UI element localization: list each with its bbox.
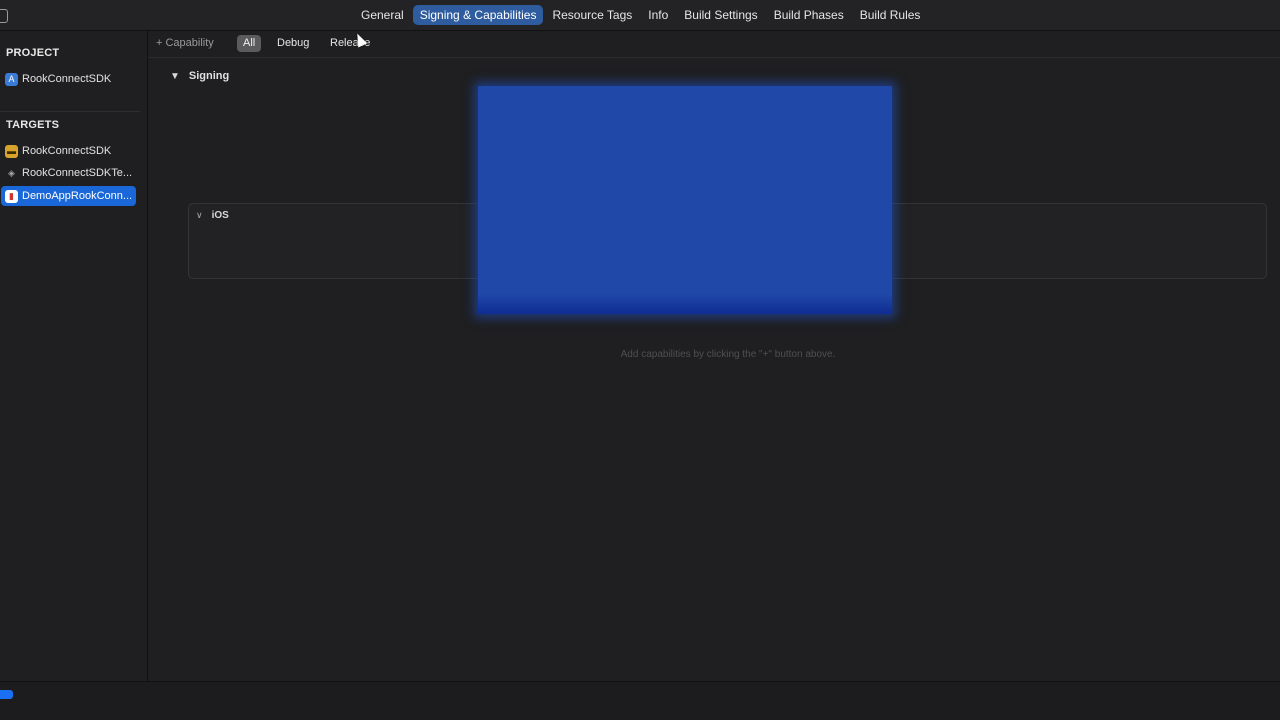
project-section-header: PROJECT [6,47,60,59]
tab-build-phases[interactable]: Build Phases [767,5,851,25]
redacted-region [478,86,892,314]
tab-general[interactable]: General [354,5,411,25]
segment-all[interactable]: All [237,35,262,52]
tab-signing-capabilities[interactable]: Signing & Capabilities [412,5,544,25]
status-indicator[interactable] [0,690,13,699]
sidebar-item-label: DemoAppRookConn... [22,190,133,202]
segment-release[interactable]: Release [324,35,376,52]
project-navigator: PROJECT A RookConnectSDK TARGETS ▬ RookC… [0,31,148,708]
sidebar-item-target-sdk[interactable]: ▬ RookConnectSDK [1,141,136,161]
tab-resource-tags[interactable]: Resource Tags [545,5,639,25]
sidebar-divider [0,111,140,112]
target-settings-tabs: General Signing & Capabilities Resource … [354,5,929,25]
framework-icon: ▬ [5,144,18,158]
targets-section-header: TARGETS [6,119,60,131]
window-control-fragment[interactable] [0,9,8,23]
xcode-window: General Signing & Capabilities Resource … [0,0,1280,720]
signing-capabilities-editor: + Capability All Debug Release ▼ Signing… [148,31,1280,681]
sidebar-item-label: RookConnectSDK [22,73,112,85]
tab-build-rules[interactable]: Build Rules [853,5,928,25]
chevron-down-icon: ▼ [170,70,180,82]
ios-panel-header[interactable]: ∨ iOS [196,210,229,221]
status-bar [0,681,1280,720]
sidebar-item-label: RookConnectSDKTe... [22,167,133,179]
sidebar-item-label: RookConnectSDK [22,145,112,157]
redaction-edge [478,294,892,314]
project-icon: A [5,72,18,86]
sidebar-item-project[interactable]: A RookConnectSDK [1,69,136,89]
sidebar-item-target-tests[interactable]: ◈ RookConnectSDKTe... [1,163,136,183]
capability-toolbar: + Capability All Debug Release [148,31,1280,58]
ios-title: iOS [211,210,229,221]
test-target-icon: ◈ [8,167,15,178]
editor-tab-bar: General Signing & Capabilities Resource … [0,0,1280,31]
tab-build-settings[interactable]: Build Settings [677,5,764,25]
add-capability-button[interactable]: + Capability [156,37,214,49]
app-icon: ▮ [5,189,18,203]
empty-capabilities-hint: Add capabilities by clicking the "+" but… [620,349,836,360]
signing-title: Signing [188,70,230,82]
signing-section-header[interactable]: ▼ Signing [170,70,229,82]
sidebar-item-target-demo-app[interactable]: ▮ DemoAppRookConn... [1,186,136,206]
segment-debug[interactable]: Debug [271,35,315,52]
chevron-down-icon: ∨ [196,210,203,220]
tab-info[interactable]: Info [641,5,675,25]
